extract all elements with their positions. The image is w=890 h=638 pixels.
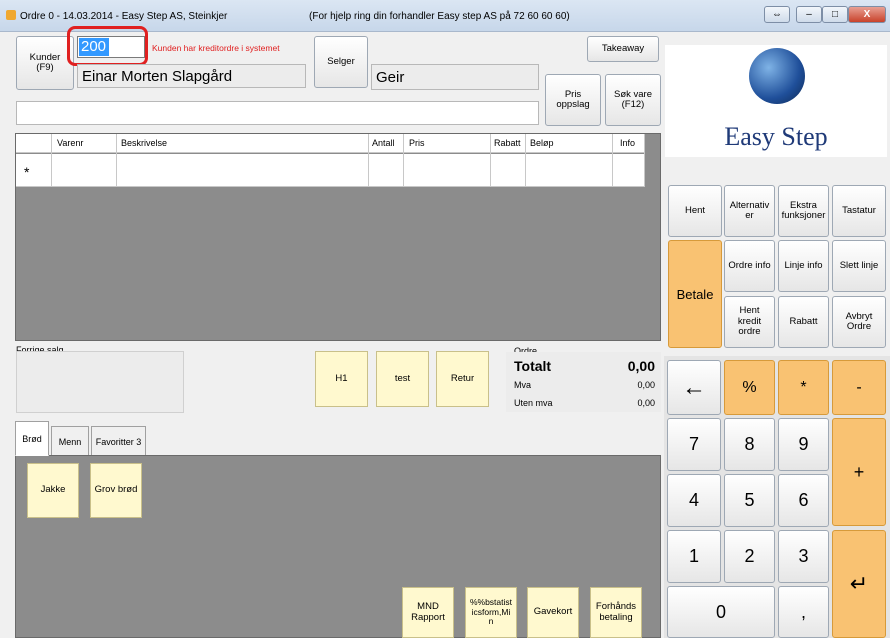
backspace-key[interactable]: ← bbox=[667, 360, 721, 415]
key-1[interactable]: 1 bbox=[667, 530, 721, 583]
ordre-info-button[interactable]: Ordre info bbox=[724, 240, 775, 292]
linje-info-button[interactable]: Linje info bbox=[778, 240, 829, 292]
col-beskrivelse: Beskrivelse bbox=[121, 138, 168, 148]
tastatur-button[interactable]: Tastatur bbox=[832, 185, 886, 237]
uten-mva-label: Uten mva bbox=[514, 398, 553, 408]
tab-menn[interactable]: Menn bbox=[51, 426, 89, 456]
grid-divider bbox=[525, 154, 526, 187]
multiply-key[interactable]: * bbox=[778, 360, 829, 415]
product-jakke[interactable]: Jakke bbox=[27, 463, 79, 518]
grid-divider bbox=[612, 154, 613, 187]
key-7[interactable]: 7 bbox=[667, 418, 721, 471]
maximize-button[interactable]: □ bbox=[822, 6, 848, 23]
minimize-button[interactable]: – bbox=[796, 6, 822, 23]
previous-sales-box bbox=[16, 351, 184, 413]
slett-linje-button[interactable]: Slett linje bbox=[832, 240, 886, 292]
grid-divider bbox=[403, 154, 404, 187]
key-4[interactable]: 4 bbox=[667, 474, 721, 527]
rabatt-button[interactable]: Rabatt bbox=[778, 296, 829, 348]
key-6[interactable]: 6 bbox=[778, 474, 829, 527]
avbryt-ordre-button[interactable]: Avbryt Ordre bbox=[832, 296, 886, 348]
grid-divider bbox=[368, 154, 369, 187]
new-row[interactable] bbox=[16, 154, 645, 187]
test-button[interactable]: test bbox=[376, 351, 429, 407]
total-value: 0,00 bbox=[627, 358, 655, 374]
key-0[interactable]: 0 bbox=[667, 586, 775, 638]
col-rabatt: Rabatt bbox=[494, 138, 521, 148]
key-8[interactable]: 8 bbox=[724, 418, 775, 471]
sok-vare-button[interactable]: Søk vare (F12) bbox=[605, 74, 661, 126]
customer-number-text: 200 bbox=[81, 38, 107, 55]
uten-mva-value: 0,00 bbox=[637, 398, 655, 408]
grid-divider bbox=[644, 154, 645, 187]
minus-key[interactable]: - bbox=[832, 360, 886, 415]
col-varenr: Varenr bbox=[57, 138, 84, 148]
col-belop: Beløp bbox=[530, 138, 554, 148]
statistics-button[interactable]: %%bstatist icsform,Mi n bbox=[465, 587, 517, 638]
col-info: Info bbox=[620, 138, 636, 148]
tab-brod[interactable]: Brød bbox=[15, 421, 49, 456]
mnd-rapport-button[interactable]: MND Rapport bbox=[402, 587, 454, 638]
window-title: Ordre 0 - 14.03.2014 - Easy Step AS, Ste… bbox=[20, 11, 228, 22]
highlight-ring bbox=[67, 26, 148, 66]
hent-button[interactable]: Hent bbox=[668, 185, 722, 237]
enter-key[interactable]: ↵ bbox=[832, 530, 886, 638]
takeaway-button[interactable]: Takeaway bbox=[587, 36, 659, 62]
key-3[interactable]: 3 bbox=[778, 530, 829, 583]
selger-button[interactable]: Selger bbox=[314, 36, 368, 88]
mva-label: Mva bbox=[514, 380, 532, 390]
grid-divider bbox=[51, 154, 52, 187]
grid-divider bbox=[490, 154, 491, 187]
grid-divider bbox=[116, 154, 117, 187]
close-button[interactable]: X bbox=[848, 6, 886, 23]
col-pris: Pris bbox=[409, 138, 425, 148]
h1-button[interactable]: H1 bbox=[315, 351, 368, 407]
gavekort-button[interactable]: Gavekort bbox=[527, 587, 579, 638]
help-text: (For hjelp ring din forhandler Easy step… bbox=[309, 11, 570, 22]
percent-key[interactable]: % bbox=[724, 360, 775, 415]
globe-logo bbox=[749, 48, 805, 104]
info-field[interactable] bbox=[16, 101, 539, 125]
tab-favoritter-3[interactable]: Favoritter 3 bbox=[91, 426, 146, 456]
key-9[interactable]: 9 bbox=[778, 418, 829, 471]
pris-oppslag-button[interactable]: Pris oppslag bbox=[545, 74, 601, 126]
key-5[interactable]: 5 bbox=[724, 474, 775, 527]
mva-value: 0,00 bbox=[637, 380, 655, 390]
restore-icon[interactable]: ⇔ bbox=[764, 6, 790, 23]
hent-kredit-ordre-button[interactable]: Hent kredit ordre bbox=[724, 296, 775, 348]
forhands-betaling-button[interactable]: Forhånds betaling bbox=[590, 587, 642, 638]
betale-button[interactable]: Betale bbox=[668, 240, 722, 348]
credit-warning: Kunden har kreditordre i systemet bbox=[152, 43, 280, 53]
new-row-marker: * bbox=[24, 164, 30, 180]
seller-name: Geir bbox=[371, 64, 539, 90]
key-2[interactable]: 2 bbox=[724, 530, 775, 583]
product-grov-brod[interactable]: Grov brød bbox=[90, 463, 142, 518]
app-icon bbox=[6, 10, 16, 20]
plus-key[interactable]: + bbox=[832, 418, 886, 526]
retur-button[interactable]: Retur bbox=[436, 351, 489, 407]
kunder-button[interactable]: Kunder (F9) bbox=[16, 36, 74, 90]
brand-name: Easy Step bbox=[724, 122, 828, 151]
comma-key[interactable]: , bbox=[778, 586, 829, 638]
total-label: Totalt bbox=[514, 358, 552, 374]
col-antall: Antall bbox=[372, 138, 395, 148]
ekstra-funksjoner-button[interactable]: Ekstra funksjoner bbox=[778, 185, 829, 237]
customer-name: Einar Morten Slapgård bbox=[77, 64, 306, 88]
alternativer-button[interactable]: Alternativ er bbox=[724, 185, 775, 237]
